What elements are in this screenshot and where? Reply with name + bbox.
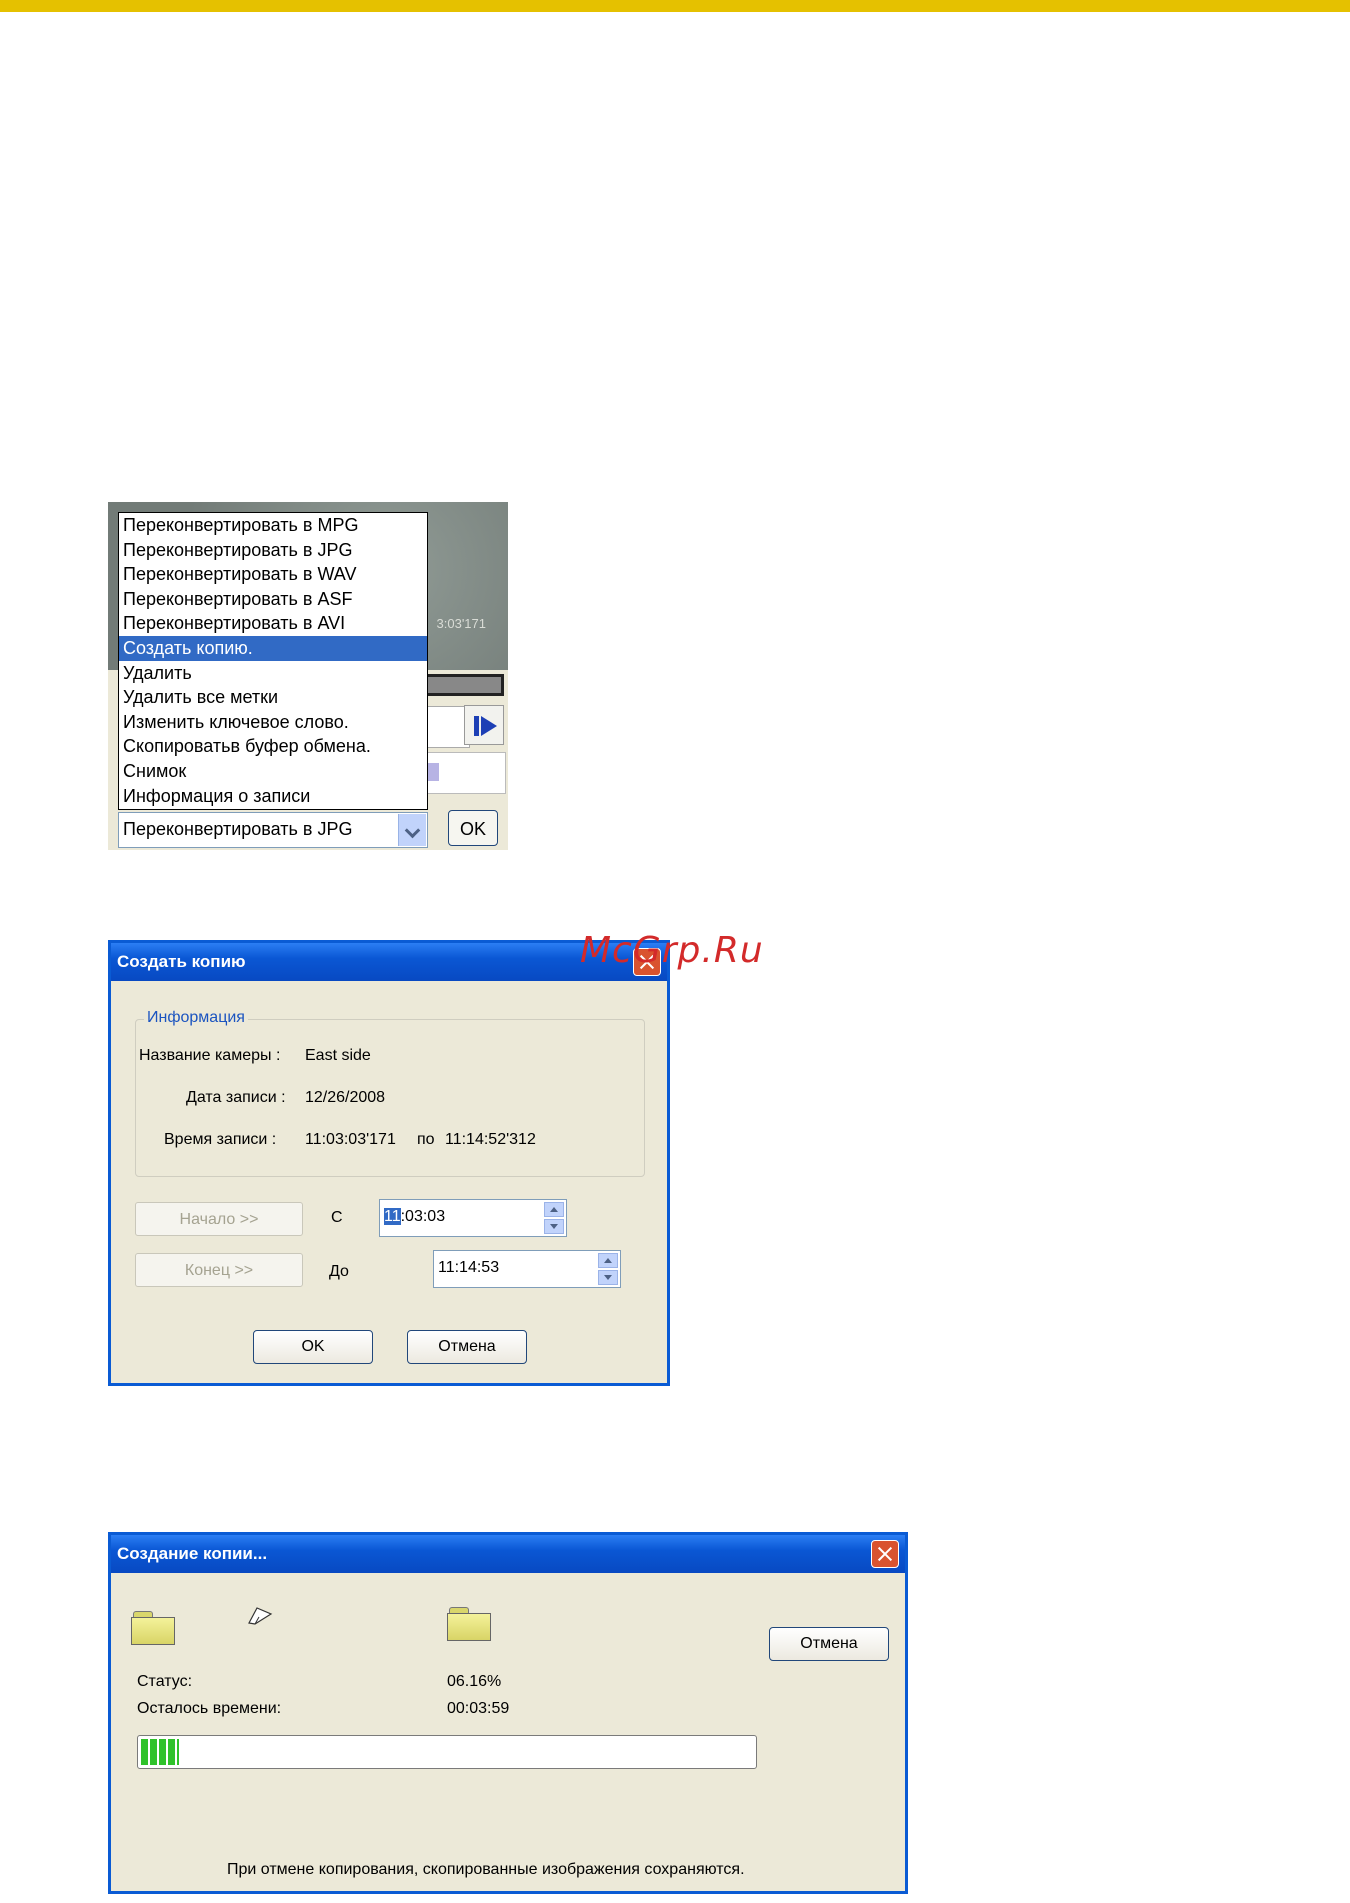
menu-item-convert-jpg[interactable]: Переконвертировать в JPG [119,538,427,563]
camera-name-value: East side [305,1047,371,1064]
camera-name-label: Название камеры : [139,1047,281,1064]
start-button[interactable]: Начало >> [135,1202,303,1236]
context-menu-screenshot: 3:03'171 Переконвертировать в MPG Переко… [108,502,508,850]
copy-progress-dialog: Создание копии... Отмена Статус: 06.16% … [108,1532,908,1894]
play-next-button[interactable] [464,705,504,745]
menu-item-convert-asf[interactable]: Переконвертировать в ASF [119,587,427,612]
menu-item-convert-avi[interactable]: Переконвертировать в AVI [119,611,427,636]
record-date-label: Дата записи : [186,1089,286,1106]
menu-item-record-info[interactable]: Информация о записи [119,784,427,809]
copy-progress-bar [137,1735,757,1769]
top-accent-bar [0,0,1350,12]
menu-item-edit-keyword[interactable]: Изменить ключевое слово. [119,710,427,735]
watermark-text: McGrp.Ru [580,930,764,971]
record-time-from: 11:03:03'171 [305,1131,396,1148]
record-date-value: 12/26/2008 [305,1089,386,1106]
play-next-icon [474,716,479,736]
copy-progress-fill [141,1739,179,1765]
cancel-note: При отмене копирования, скопированные из… [227,1861,745,1878]
chevron-down-icon[interactable] [398,814,426,846]
menu-item-convert-wav[interactable]: Переконвертировать в WAV [119,562,427,587]
end-time-stepper[interactable]: 11:14:53 [433,1250,621,1288]
close-icon[interactable] [871,1540,899,1568]
copy-progress-title: Создание копии... [111,1535,905,1573]
flying-paper-icon [248,1607,273,1625]
record-time-to-prefix: по [417,1131,435,1148]
end-button[interactable]: Конец >> [135,1253,303,1287]
spin-down-icon[interactable] [598,1270,618,1285]
record-time-label: Время записи : [164,1131,277,1148]
status-label: Статус: [137,1673,193,1690]
menu-item-snapshot[interactable]: Снимок [119,759,427,784]
cancel-copy-button[interactable]: Отмена [769,1627,889,1661]
menu-item-create-copy[interactable]: Создать копию. [119,635,427,661]
end-time-value: 11:14:53 [438,1259,500,1276]
video-timestamp: 3:03'171 [436,616,486,631]
menu-item-convert-mpg[interactable]: Переконвертировать в MPG [119,513,427,538]
operation-select-value: Переконвертировать в JPG [123,819,353,839]
ok-button[interactable]: OK [253,1330,373,1364]
source-folder-icon [131,1611,175,1645]
start-time-hour: 11 [384,1208,401,1225]
menu-item-copy-clipboard[interactable]: Скопироватьв буфер обмена. [119,734,427,759]
to-label: До [329,1263,349,1280]
destination-folder-icon [447,1607,491,1641]
remaining-time-value: 00:03:59 [447,1700,510,1717]
spin-up-icon[interactable] [544,1202,564,1217]
operation-ok-button[interactable]: OK [448,810,498,846]
spin-up-icon[interactable] [598,1253,618,1268]
operation-dropdown-list[interactable]: Переконвертировать в MPG Переконвертиров… [118,512,428,810]
status-value: 06.16% [447,1673,502,1690]
remaining-time-label: Осталось времени: [137,1700,282,1717]
start-time-stepper[interactable]: 11:03:03 [379,1199,567,1237]
menu-item-delete-all-marks[interactable]: Удалить все метки [119,685,427,710]
create-copy-dialog: Создать копию Информация Название камеры… [108,940,670,1386]
spin-down-icon[interactable] [544,1219,564,1234]
cancel-button[interactable]: Отмена [407,1330,527,1364]
menu-item-delete[interactable]: Удалить [119,661,427,686]
from-label: С [331,1209,343,1226]
operation-select[interactable]: Переконвертировать в JPG [118,812,428,848]
info-group-title: Информация [144,1009,248,1027]
start-time-rest: :03:03 [400,1208,446,1225]
record-time-to: 11:14:52'312 [445,1131,536,1148]
